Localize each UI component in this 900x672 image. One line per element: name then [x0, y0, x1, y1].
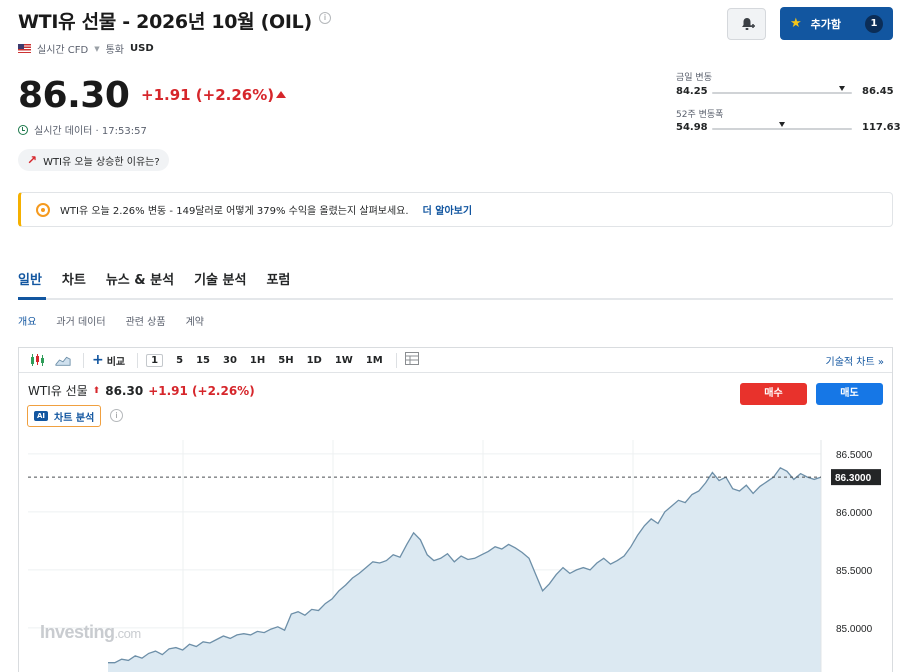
main-tabs: 일반 차트 뉴스 & 분석 기술 분석 포럼 [18, 269, 290, 288]
interval-1h[interactable]: 1H [250, 355, 265, 366]
bell-plus-icon [741, 18, 755, 30]
investing-watermark: Investing.com [40, 622, 141, 643]
market-type[interactable]: 실시간 CFD [37, 41, 88, 56]
chart-toolbar: + 비교 1 5 15 30 1H 5H 1D 1W 1M 기술적 차트 » [19, 348, 892, 373]
realtime-status: 실시간 데이터 · 17:53:57 [18, 122, 147, 137]
toolbar-divider [395, 352, 397, 368]
watermark-suffix: .com [114, 626, 142, 641]
y-tick-label: 85.0000 [836, 624, 873, 635]
buy-button[interactable]: 매수 [740, 383, 807, 405]
watermark-brand: Investing [40, 622, 115, 642]
interval-5h[interactable]: 5H [278, 355, 293, 366]
interval-1d[interactable]: 1D [307, 355, 322, 366]
technical-chart-link[interactable]: 기술적 차트 » [826, 353, 884, 368]
star-icon: ★ [790, 16, 802, 31]
week52-range-track [712, 128, 852, 130]
sub-tabs: 개요 과거 데이터 관련 상품 계약 [18, 313, 204, 328]
active-tab-indicator [18, 297, 46, 300]
us-flag-icon [18, 44, 31, 53]
day-range-marker [839, 86, 846, 91]
subtab-overview[interactable]: 개요 [18, 313, 36, 328]
promo-banner: WTI유 오늘 2.26% 변동 - 149달러로 어떻게 379% 수익을 올… [18, 192, 893, 227]
day-range-label: 금일 변동 [676, 73, 712, 83]
realtime-text: 실시간 데이터 · 17:53:57 [34, 126, 147, 137]
instrument-meta: 실시간 CFD ▼ 통화 USD [18, 41, 154, 56]
week52-range-low: 54.98 [676, 122, 708, 133]
learn-more-link[interactable]: 더 알아보기 [423, 202, 472, 217]
subtab-historical[interactable]: 과거 데이터 [56, 313, 105, 328]
currency-label: 통화 [105, 45, 125, 56]
toolbar-divider [83, 352, 84, 368]
interval-5[interactable]: 5 [176, 355, 183, 366]
interval-15[interactable]: 15 [196, 355, 210, 366]
ai-badge: AI [34, 411, 49, 421]
tabs-divider [18, 298, 893, 300]
current-price-label: 86.3000 [835, 473, 872, 484]
up-arrow-icon [276, 91, 286, 98]
why-rising-label: WTI유 오늘 상승한 이유는? [43, 156, 160, 168]
subtab-related[interactable]: 관련 상품 [126, 313, 166, 328]
chart-symbol-header: WTI유 선물 ⬆ 86.30 +1.91 (+2.26%) [28, 382, 255, 399]
ai-chart-analysis-label: 차트 분석 [54, 412, 95, 424]
price-chart[interactable]: 86.5000 86.0000 85.5000 85.0000 86.3000 [28, 440, 893, 672]
tab-technical[interactable]: 기술 분석 [194, 269, 246, 288]
interval-1w[interactable]: 1W [335, 355, 353, 366]
interval-30[interactable]: 30 [223, 355, 237, 366]
watchlist-label: 추가함 [810, 17, 842, 31]
day-range-low: 84.25 [676, 86, 708, 97]
chart-symbol-change: +1.91 (+2.26%) [148, 383, 255, 398]
compare-label: 비교 [106, 356, 126, 368]
table-icon[interactable] [404, 352, 419, 368]
chart-symbol-price: 86.30 [105, 383, 144, 398]
week52-range-high: 117.63 [862, 122, 900, 133]
tab-news[interactable]: 뉴스 & 분석 [106, 269, 174, 288]
plus-icon: + [92, 352, 104, 368]
y-tick-label: 86.5000 [836, 450, 873, 461]
tab-chart[interactable]: 차트 [62, 269, 86, 288]
price-change: +1.91 (+2.26%) [141, 86, 275, 104]
currency-value: USD [130, 43, 154, 54]
up-arrow-icon: ⬆ [92, 385, 101, 396]
subtab-contracts[interactable]: 계약 [186, 313, 204, 328]
trend-up-icon: ↗ [27, 153, 38, 167]
create-alert-button[interactable] [727, 8, 766, 40]
why-rising-chip[interactable]: ↗ WTI유 오늘 상승한 이유는? [18, 149, 169, 171]
day-range-high: 86.45 [862, 86, 894, 97]
watchlist-count-badge: 1 [865, 14, 883, 33]
y-tick-label: 86.0000 [836, 508, 873, 519]
watchlist-button[interactable]: ★ 추가함 1 [780, 7, 893, 40]
info-icon[interactable]: i [319, 12, 331, 24]
week52-range-label: 52주 변동폭 [676, 110, 724, 120]
y-tick-label: 85.5000 [836, 566, 873, 577]
chart-symbol-name: WTI유 선물 [28, 384, 88, 398]
chevron-down-icon[interactable]: ▼ [94, 45, 99, 53]
week52-range-marker [779, 122, 785, 127]
candlestick-icon[interactable] [29, 353, 45, 367]
ai-chart-analysis-button[interactable]: AI 차트 분석 [27, 405, 102, 427]
toolbar-divider [137, 352, 139, 368]
area-chart-icon[interactable] [55, 353, 71, 367]
sell-button[interactable]: 매도 [816, 383, 883, 405]
interval-1[interactable]: 1 [146, 353, 164, 367]
target-icon [36, 202, 50, 217]
page-title: WTI유 선물 - 2026년 10월 (OIL) [18, 11, 312, 33]
compare-button[interactable]: + 비교 [92, 352, 125, 368]
last-price: 86.30 [18, 75, 130, 116]
clock-icon [18, 124, 28, 135]
day-range-track [712, 92, 852, 94]
tab-forum[interactable]: 포럼 [266, 269, 290, 288]
banner-text: WTI유 오늘 2.26% 변동 - 149달러로 어떻게 379% 수익을 올… [60, 206, 409, 217]
tab-general[interactable]: 일반 [18, 269, 42, 288]
interval-1m[interactable]: 1M [366, 355, 383, 366]
info-icon[interactable]: i [110, 409, 123, 422]
